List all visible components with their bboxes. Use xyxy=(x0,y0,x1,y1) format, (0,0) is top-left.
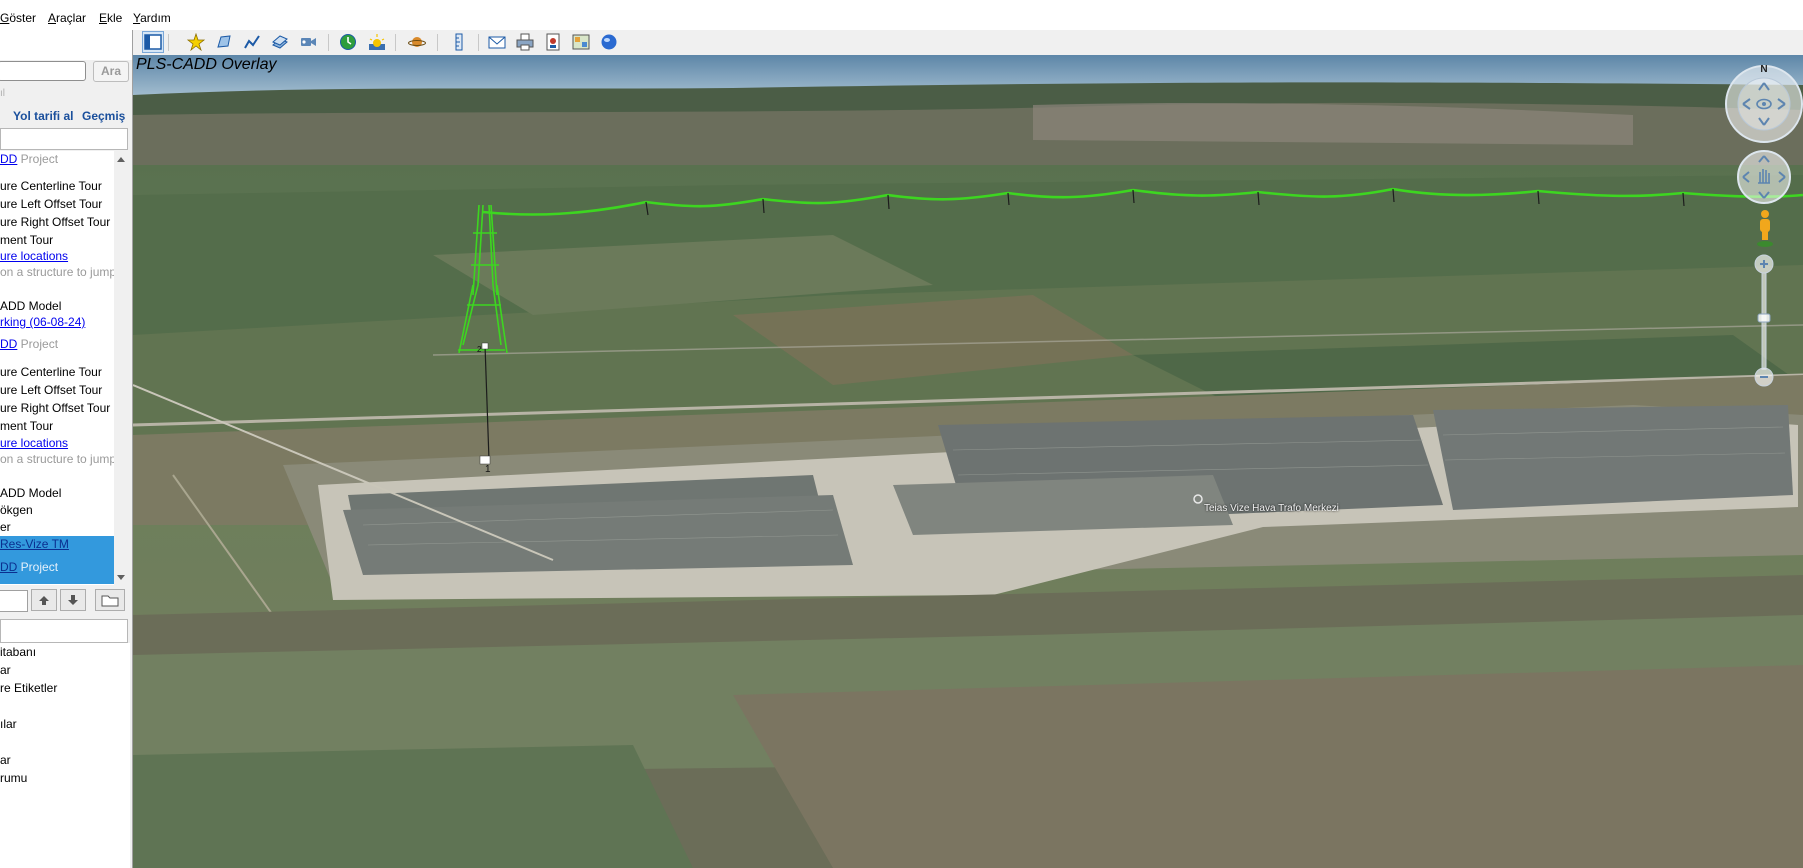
places-row-centerline-tour[interactable]: ure Centerline Tour xyxy=(0,178,102,194)
menu-ekle[interactable]: Ekle xyxy=(99,11,122,25)
view-in-maps-icon[interactable] xyxy=(570,31,592,53)
overlay-title: PLS-CADD Overlay xyxy=(136,56,277,73)
layers-row-database[interactable]: itabanı xyxy=(0,644,36,660)
toolbar-separator xyxy=(478,34,479,51)
places-scrollbar[interactable] xyxy=(114,151,128,585)
layers-row[interactable]: rumu xyxy=(0,770,27,786)
places-row-right-offset-tour[interactable]: ure Right Offset Tour xyxy=(0,214,110,230)
places-row-structure-locations[interactable]: ure locations xyxy=(0,248,68,264)
toolbar-separator xyxy=(168,34,169,51)
places-row-left-offset-tour[interactable]: ure Left Offset Tour xyxy=(0,382,102,398)
zoom-handle xyxy=(1757,313,1771,323)
places-row-working[interactable]: rking (06-08-24) xyxy=(0,314,85,330)
layers-row-labels[interactable]: re Etiketler xyxy=(0,680,57,696)
places-row-project-selected[interactable]: DD Project xyxy=(0,559,58,575)
places-row-project[interactable]: DD Project xyxy=(0,151,58,167)
image-overlay-icon[interactable] xyxy=(269,31,291,53)
places-row-res-vize[interactable]: Res-Vize TM xyxy=(0,536,69,552)
menu-goster[interactable]: Göster xyxy=(0,11,36,25)
places-row-cadd-model[interactable]: ADD Model xyxy=(0,485,61,501)
search-input[interactable] xyxy=(0,61,86,81)
substation-place-label[interactable]: Teias Vize Hava Trafo Merkezi xyxy=(1204,503,1339,514)
ruler-icon[interactable] xyxy=(448,31,470,53)
scroll-down-arrow[interactable] xyxy=(117,575,125,580)
places-row-project[interactable]: DD Project xyxy=(0,336,58,352)
planets-icon[interactable] xyxy=(406,31,428,53)
folder-button[interactable] xyxy=(95,589,125,611)
layers-panel-header xyxy=(0,619,128,643)
scroll-up-arrow[interactable] xyxy=(117,157,125,162)
search-button[interactable]: Ara xyxy=(93,61,129,82)
places-row-centerline-tour[interactable]: ure Centerline Tour xyxy=(0,364,102,380)
sidebar-toggle-icon[interactable] xyxy=(142,31,164,53)
places-row-left-offset-tour[interactable]: ure Left Offset Tour xyxy=(0,196,102,212)
toolbar-separator xyxy=(437,34,438,51)
street-view-pegman-icon[interactable] xyxy=(1757,210,1773,247)
get-directions-link[interactable]: Yol tarifi al xyxy=(13,109,73,123)
search-panel xyxy=(0,30,132,60)
earth-gallery-icon[interactable] xyxy=(598,31,620,53)
arrow-up-icon xyxy=(39,596,49,605)
places-row-right-offset-tour[interactable]: ure Right Offset Tour xyxy=(0,400,110,416)
layers-row[interactable]: ar xyxy=(0,752,11,768)
structure-label-1: 1 xyxy=(485,464,491,475)
arrow-down-icon xyxy=(68,595,78,605)
polygon-add-icon[interactable] xyxy=(213,31,235,53)
folder-icon xyxy=(101,595,119,607)
toolbar-separator xyxy=(328,34,329,51)
places-row-hint: on a structure to jump xyxy=(0,452,114,466)
menu-bar: Göster Araçlar Ekle Yardım xyxy=(0,0,1803,30)
layers-row[interactable]: ılar xyxy=(0,716,17,732)
pan-control[interactable] xyxy=(1737,150,1791,204)
print-icon[interactable] xyxy=(514,31,536,53)
places-panel-header xyxy=(0,128,128,150)
historical-imagery-icon[interactable] xyxy=(337,31,359,53)
placemark-add-icon[interactable] xyxy=(185,31,207,53)
layers-row[interactable]: ar xyxy=(0,662,11,678)
places-row-hint: on a structure to jump xyxy=(0,265,114,279)
places-row-cadd-model[interactable]: ADD Model xyxy=(0,298,61,314)
save-image-icon[interactable] xyxy=(542,31,564,53)
structure-label-2: 2 xyxy=(477,345,482,354)
path-add-icon[interactable] xyxy=(241,31,263,53)
email-icon[interactable] xyxy=(486,31,508,53)
zoom-slider[interactable] xyxy=(1754,254,1774,387)
record-tour-icon[interactable] xyxy=(297,31,319,53)
places-row-alignment-tour[interactable]: ment Tour xyxy=(0,232,53,248)
search-hint: ıl xyxy=(0,88,5,99)
places-row-alignment-tour[interactable]: ment Tour xyxy=(0,418,53,434)
toolbar-separator xyxy=(395,34,396,51)
menu-yardim[interactable]: Yardım xyxy=(133,11,171,25)
navigation-controls: N xyxy=(1725,62,1803,402)
move-up-button[interactable] xyxy=(31,589,57,611)
menu-araclar[interactable]: Araçlar xyxy=(48,11,86,25)
compass-ring[interactable]: N xyxy=(1725,64,1803,143)
compass-north-label: N xyxy=(1760,64,1767,75)
aerial-imagery: 1 2 xyxy=(133,55,1803,868)
places-nav-field[interactable] xyxy=(0,590,28,612)
map-view[interactable]: 1 2 xyxy=(133,55,1803,868)
places-tree: DD Project ure Centerline Tour ure Left … xyxy=(0,151,114,585)
layers-tree: itabanı ar re Etiketler ılar ar rumu xyxy=(0,643,130,868)
history-link[interactable]: Geçmiş xyxy=(82,109,125,123)
places-row-folder[interactable]: er xyxy=(0,519,11,535)
sun-icon[interactable] xyxy=(366,31,388,53)
move-down-button[interactable] xyxy=(60,589,86,611)
places-row-polygon[interactable]: ökgen xyxy=(0,502,33,518)
places-row-structure-locations[interactable]: ure locations xyxy=(0,435,68,451)
